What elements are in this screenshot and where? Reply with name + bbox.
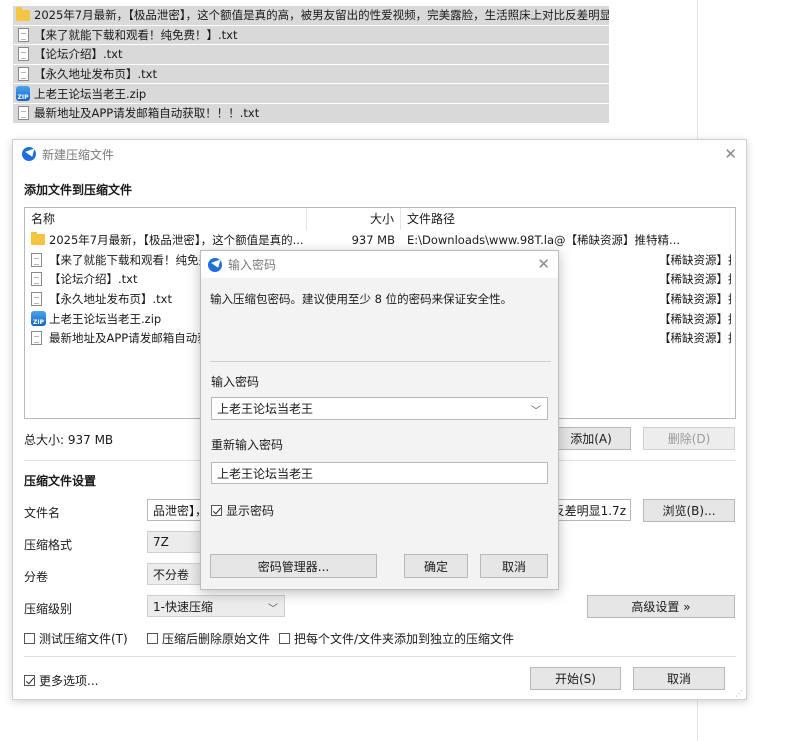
text-file-icon <box>16 27 30 42</box>
format-value: 7Z <box>153 535 169 549</box>
table-row[interactable]: 2025年7月最新，【极品泄密】，这个额值是真的... 937 MB E:\Do… <box>25 230 735 250</box>
explorer-item-name: 上老王论坛当老王.zip <box>34 86 147 101</box>
explorer-list-item[interactable]: 2025年7月最新，【极品泄密】，这个额值是真的高，被男友留出的性爱视频，完美露… <box>13 6 609 26</box>
password-input[interactable]: 上老王论坛当老王 ﹀ <box>211 397 548 420</box>
password-manager-button[interactable]: 密码管理器... <box>210 554 377 578</box>
app-logo-icon <box>22 147 36 161</box>
more-options-toggle[interactable]: 更多选项... <box>24 672 98 689</box>
delete-button[interactable]: 删除(D) <box>643 427 735 450</box>
test-archive-label: 测试压缩文件(T) <box>39 632 128 646</box>
show-password-checkbox[interactable] <box>211 505 222 516</box>
delete-source-option[interactable]: 压缩后删除原始文件 <box>147 630 270 647</box>
volume-label: 分卷 <box>24 570 49 584</box>
explorer-list-item[interactable]: 【来了就能下载和观看！纯免费！】.txt <box>13 25 609 46</box>
explorer-item-name: 【来了就能下载和观看！纯免费！】.txt <box>34 27 238 42</box>
dialog-titlebar[interactable]: 新建压缩文件 <box>13 140 746 168</box>
level-value: 1-快速压缩 <box>153 599 213 614</box>
archive-settings-heading: 压缩文件设置 <box>24 474 97 488</box>
table-header: 名称 大小 文件路径 <box>25 208 735 230</box>
filename-value-start: 品泄密】， <box>153 503 208 518</box>
explorer-list-item[interactable]: 最新地址及APP请发邮箱自动获取！！！.txt <box>13 103 609 124</box>
text-file-icon <box>16 67 30 82</box>
password-dialog-title: 输入密码 <box>228 258 277 272</box>
column-path[interactable]: 文件路径 <box>401 208 731 230</box>
add-button[interactable]: 添加(A) <box>551 427 631 450</box>
explorer-item-name: 【论坛介绍】.txt <box>34 47 123 62</box>
password-label: 输入密码 <box>211 375 260 389</box>
level-select[interactable]: 1-快速压缩 ﹀ <box>147 595 285 617</box>
divider <box>24 656 736 657</box>
cancel-button[interactable]: 取消 <box>633 667 725 690</box>
folder-icon <box>31 231 45 246</box>
explorer-list-item[interactable]: ZIP 上老王论坛当老王.zip <box>13 84 609 104</box>
total-size-label: 总大小: 937 MB <box>24 433 114 447</box>
confirm-password-value: 上老王论坛当老王 <box>217 466 314 481</box>
show-password-label: 显示密码 <box>226 504 275 518</box>
filename-value-end: 反差明显1.7z <box>552 503 626 518</box>
add-files-heading: 添加文件到压缩文件 <box>24 183 133 197</box>
close-icon[interactable]: ✕ <box>724 145 737 163</box>
explorer-file-list: 2025年7月最新，【极品泄密】，这个额值是真的高，被男友留出的性爱视频，完美露… <box>13 6 609 124</box>
row-path: E:\Downloads\www.98T.la@【稀缺资源】推特精... <box>407 232 681 247</box>
app-logo-icon <box>208 257 222 272</box>
dialog-title: 新建压缩文件 <box>42 147 115 162</box>
delete-source-label: 压缩后删除原始文件 <box>162 632 271 646</box>
separate-archives-option[interactable]: 把每个文件/文件夹添加到独立的压缩文件 <box>279 630 514 647</box>
folder-icon <box>16 6 30 23</box>
password-value: 上老王论坛当老王 <box>217 402 314 416</box>
start-button[interactable]: 开始(S) <box>530 667 621 690</box>
separate-archives-checkbox[interactable] <box>279 633 290 644</box>
explorer-item-name: 【永久地址发布页】.txt <box>34 67 157 82</box>
more-options-label: 更多选项... <box>39 674 99 688</box>
filename-label: 文件名 <box>24 506 61 520</box>
explorer-item-name: 2025年7月最新，【极品泄密】，这个额值是真的高，被男友留出的性爱视频，完美露… <box>34 8 609 23</box>
column-name[interactable]: 名称 <box>25 208 307 230</box>
text-file-icon <box>31 331 45 346</box>
row-name: 【论坛介绍】.txt <box>49 272 138 287</box>
zip-file-icon: ZIP <box>31 311 46 327</box>
column-size[interactable]: 大小 <box>307 208 401 230</box>
more-options-checkbox[interactable] <box>24 675 35 686</box>
delete-source-checkbox[interactable] <box>147 633 158 644</box>
resize-grip-icon[interactable]: ⋰ <box>735 689 743 698</box>
confirm-password-label: 重新输入密码 <box>211 438 284 452</box>
advanced-settings-button[interactable]: 高级设置 » <box>587 595 735 618</box>
text-file-icon <box>31 291 45 306</box>
row-size: 937 MB <box>351 232 395 247</box>
ok-button[interactable]: 确定 <box>404 554 468 578</box>
browse-button[interactable]: 浏览(B)... <box>643 499 735 522</box>
text-file-icon <box>16 106 30 121</box>
password-hint: 输入压缩包密码。建议使用至少 8 位的密码来保证安全性。 <box>210 292 513 306</box>
level-label: 压缩级别 <box>24 602 73 616</box>
password-cancel-button[interactable]: 取消 <box>480 554 548 578</box>
explorer-list-item[interactable]: 【永久地址发布页】.txt <box>13 64 609 85</box>
row-name: 【来了就能下载和观看！纯免费 <box>49 252 210 267</box>
text-file-icon <box>31 272 45 287</box>
row-name: 【永久地址发布页】.txt <box>49 291 172 306</box>
close-icon[interactable]: ✕ <box>537 255 550 273</box>
explorer-list-item[interactable]: 【论坛介绍】.txt <box>13 45 609 65</box>
volume-value: 不分卷 <box>153 567 190 582</box>
password-dialog: 输入密码 ✕ 输入压缩包密码。建议使用至少 8 位的密码来保证安全性。 输入密码… <box>200 250 559 590</box>
test-archive-option[interactable]: 测试压缩文件(T) <box>24 630 128 647</box>
row-name: 最新地址及APP请发邮箱自动获 <box>49 331 209 346</box>
explorer-item-name: 最新地址及APP请发邮箱自动获取！！！.txt <box>34 106 260 121</box>
format-label: 压缩格式 <box>24 538 73 552</box>
chevron-down-icon: ﹀ <box>268 604 278 615</box>
text-file-icon <box>16 47 30 62</box>
show-password-option[interactable]: 显示密码 <box>211 502 274 519</box>
separate-archives-label: 把每个文件/文件夹添加到独立的压缩文件 <box>294 632 515 646</box>
test-archive-checkbox[interactable] <box>24 633 35 644</box>
zip-file-icon: ZIP <box>16 86 30 102</box>
text-file-icon <box>31 252 45 267</box>
divider <box>210 361 551 362</box>
chevron-down-icon[interactable]: ﹀ <box>531 402 541 417</box>
confirm-password-input[interactable]: 上老王论坛当老王 <box>211 462 548 484</box>
row-name: 2025年7月最新，【极品泄密】，这个额值是真的... <box>49 232 304 247</box>
row-name: 上老王论坛当老王.zip <box>49 311 162 326</box>
password-dialog-titlebar[interactable]: 输入密码 <box>201 251 558 278</box>
